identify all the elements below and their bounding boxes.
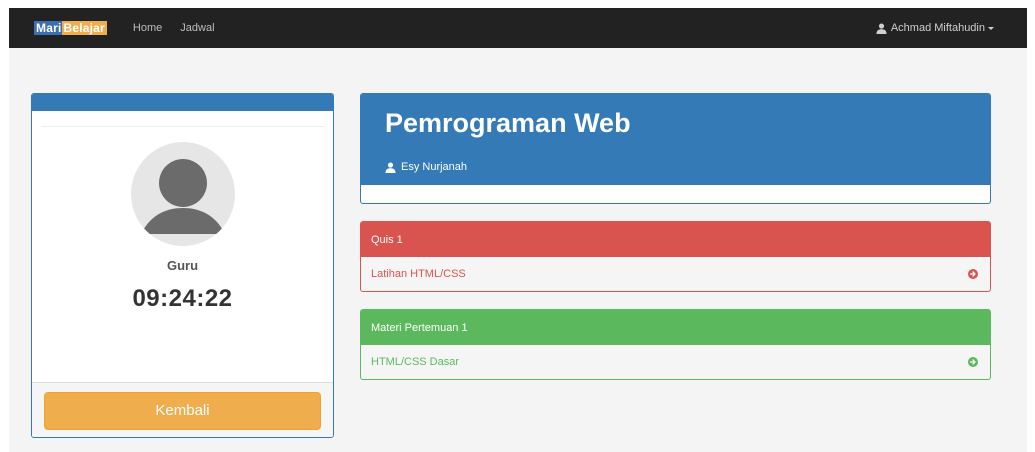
course-panel-header: Pemrograman Web Esy Nurjanah — [361, 94, 990, 185]
chevron-down-icon — [988, 26, 994, 30]
brand-logo[interactable]: Mari Belajar — [34, 21, 107, 35]
brand-part-mari: Mari — [34, 21, 63, 35]
profile-panel-header — [32, 94, 333, 111]
activity-item-label: Latihan HTML/CSS — [371, 268, 466, 280]
course-title: Pemrograman Web — [385, 108, 631, 138]
arrow-circle-right-icon — [968, 357, 978, 367]
activity-panel-quiz: Quis 1 Latihan HTML/CSS — [360, 221, 991, 292]
user-icon — [876, 22, 887, 34]
teacher-name: Esy Nurjanah — [401, 161, 468, 173]
top-navbar: Mari Belajar Home Jadwal Achmad Miftahudi… — [9, 8, 1027, 48]
activity-heading: Materi Pertemuan 1 — [361, 310, 990, 345]
course-teacher: Esy Nurjanah — [385, 161, 467, 173]
page: Mari Belajar Home Jadwal Achmad Miftahudi… — [9, 8, 1027, 452]
user-role: Guru — [166, 258, 199, 273]
course-panel: Pemrograman Web Esy Nurjanah — [360, 93, 991, 204]
activity-item[interactable]: Latihan HTML/CSS — [361, 257, 990, 291]
avatar-placeholder-icon — [141, 159, 225, 234]
profile-panel: Guru 09:24:22 Kembali — [31, 93, 334, 438]
profile-panel-footer: Kembali — [32, 382, 333, 437]
activity-panel-material: Materi Pertemuan 1 HTML/CSS Dasar — [360, 309, 991, 380]
back-button[interactable]: Kembali — [44, 392, 321, 430]
nav-link-home[interactable]: Home — [133, 22, 162, 34]
user-name: Achmad Miftahudin — [890, 22, 985, 34]
clock-display: 09:24:22 — [132, 285, 233, 312]
avatar — [131, 142, 235, 246]
user-menu[interactable]: Achmad Miftahudin — [876, 8, 994, 48]
profile-divider — [41, 126, 324, 127]
brand-part-belajar: Belajar — [62, 21, 107, 35]
activity-heading: Quis 1 — [361, 222, 990, 257]
nav-link-jadwal[interactable]: Jadwal — [180, 22, 214, 34]
activity-item-label: HTML/CSS Dasar — [371, 356, 460, 368]
arrow-circle-right-icon — [968, 269, 978, 279]
user-icon — [385, 161, 396, 173]
activity-item[interactable]: HTML/CSS Dasar — [361, 345, 990, 379]
